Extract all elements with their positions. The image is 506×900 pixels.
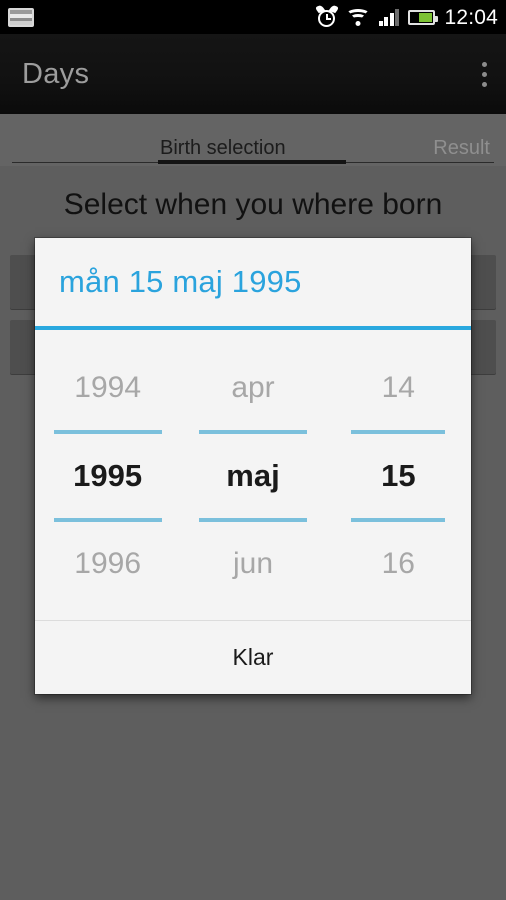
month-picker-column[interactable]: apr maj jun — [180, 330, 325, 622]
year-picker-column[interactable]: 1994 1995 1996 — [35, 330, 180, 622]
day-option-previous[interactable]: 14 — [326, 346, 471, 430]
date-picker-header[interactable]: mån 15 maj 1995 — [35, 238, 471, 326]
date-picker-dialog: mån 15 maj 1995 1994 1995 1996 apr maj j… — [35, 238, 471, 694]
selected-date-label: mån 15 maj 1995 — [59, 264, 302, 299]
year-option-previous[interactable]: 1994 — [35, 346, 180, 430]
month-option-next[interactable]: jun — [180, 522, 325, 606]
date-picker-wheels: 1994 1995 1996 apr maj jun 14 15 16 — [35, 330, 471, 622]
day-option-next[interactable]: 16 — [326, 522, 471, 606]
year-option-selected[interactable]: 1995 — [35, 434, 180, 518]
month-option-previous[interactable]: apr — [180, 346, 325, 430]
day-picker-column[interactable]: 14 15 16 — [326, 330, 471, 622]
year-option-next[interactable]: 1996 — [35, 522, 180, 606]
day-option-selected[interactable]: 15 — [326, 434, 471, 518]
date-picker-confirm-button[interactable]: Klar — [35, 620, 471, 694]
confirm-button-label: Klar — [232, 644, 274, 670]
month-option-selected[interactable]: maj — [180, 434, 325, 518]
